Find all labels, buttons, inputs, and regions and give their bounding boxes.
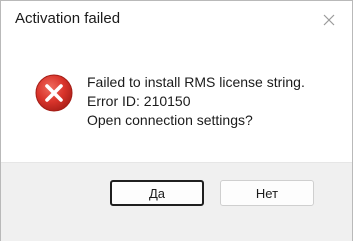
yes-button[interactable]: Да	[110, 180, 204, 206]
error-icon	[35, 74, 73, 112]
close-icon	[323, 14, 335, 26]
message-text: Failed to install RMS license string. Er…	[87, 73, 305, 130]
button-bar: Да Нет	[1, 162, 352, 241]
title-bar[interactable]: Activation failed	[1, 1, 352, 39]
message-area: Failed to install RMS license string. Er…	[1, 39, 352, 162]
close-button[interactable]	[314, 5, 344, 35]
message-line-3: Open connection settings?	[87, 112, 253, 128]
message-line-2: Error ID: 210150	[87, 93, 191, 109]
activation-failed-dialog: Activation failed Failed to install RMS …	[0, 0, 353, 241]
no-button[interactable]: Нет	[220, 180, 314, 206]
message-line-1: Failed to install RMS license string.	[87, 74, 305, 90]
dialog-title: Activation failed	[15, 10, 121, 27]
